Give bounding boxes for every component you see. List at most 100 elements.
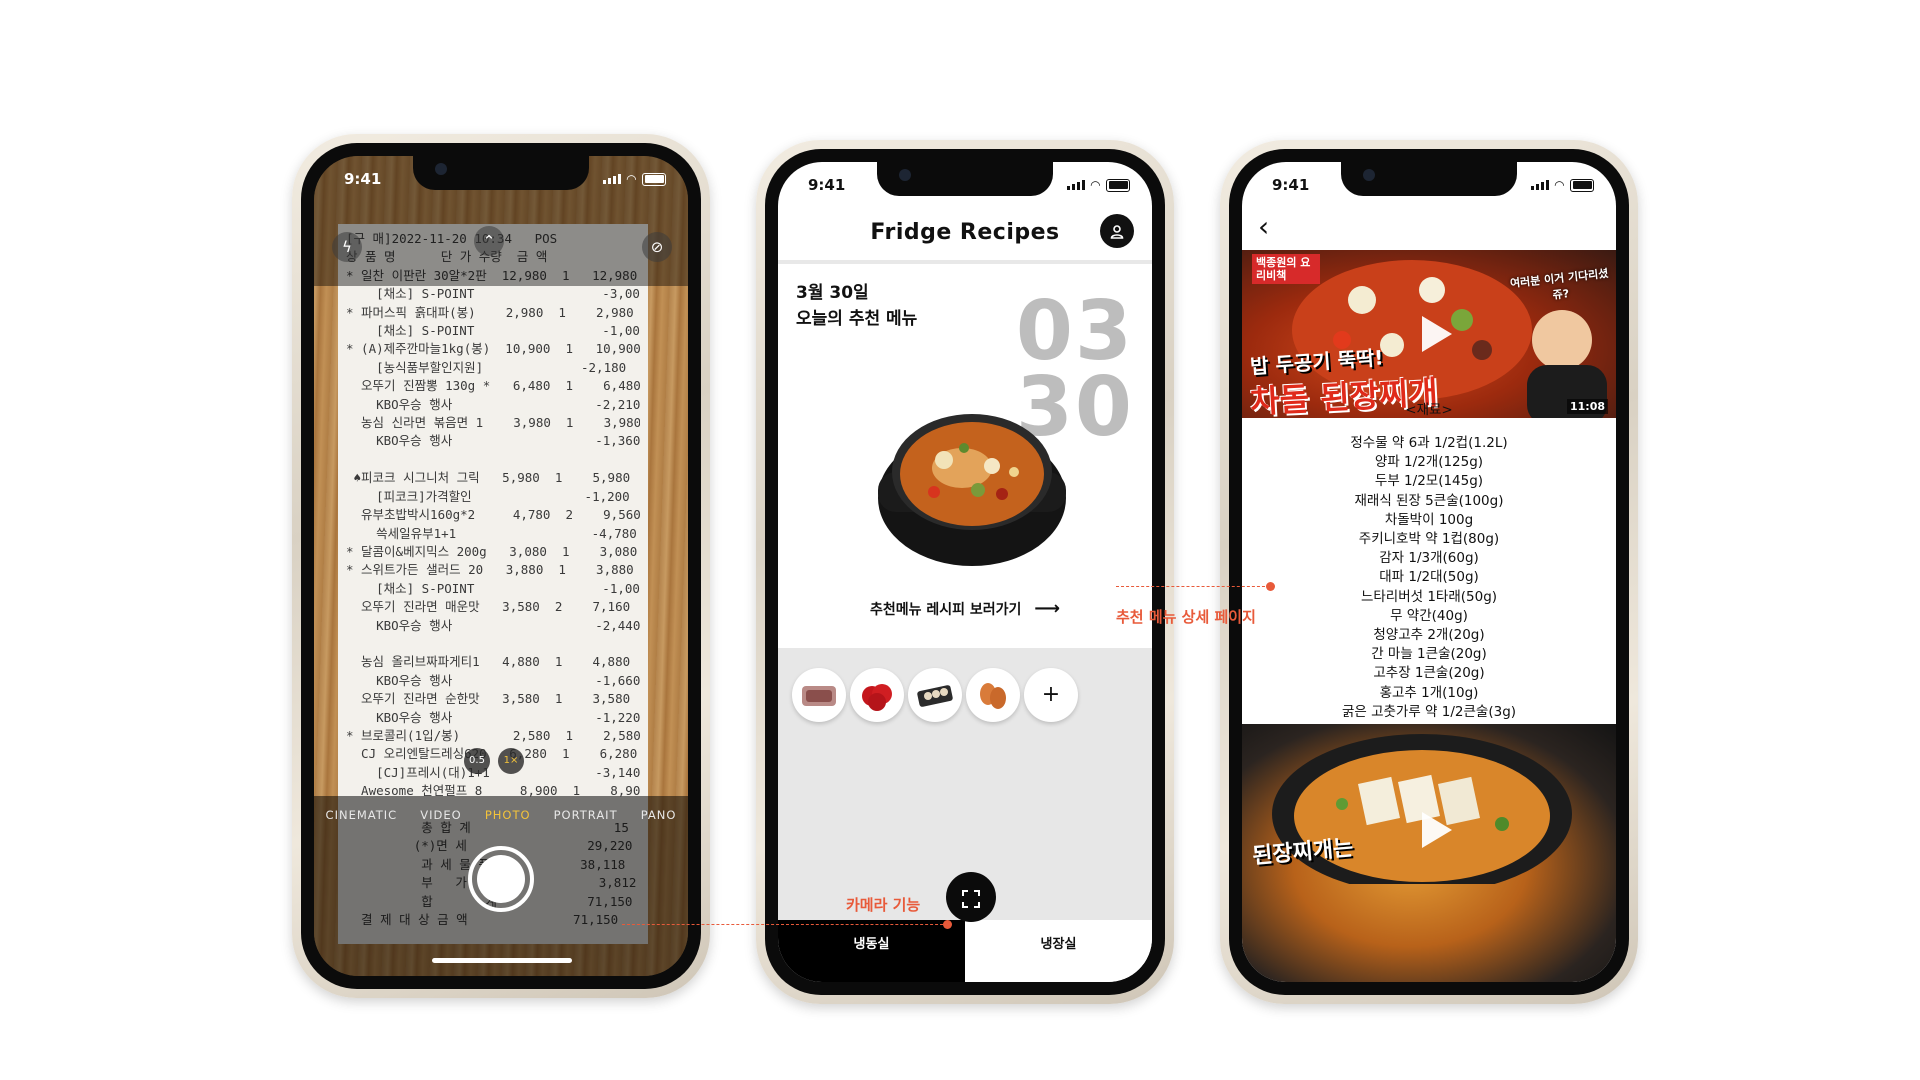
receipt-line: ♠피코크 시그니처 그릭 5,980 1 5,980 bbox=[346, 470, 631, 486]
signal-icon bbox=[1530, 180, 1549, 190]
notch bbox=[413, 156, 589, 190]
tab-refrigerator[interactable]: 냉장실 bbox=[965, 920, 1152, 982]
receipt-line: [채소] S-POINT -1,000 bbox=[346, 323, 640, 339]
shutter-button[interactable] bbox=[468, 846, 534, 912]
ingredient-dumplings[interactable] bbox=[908, 668, 962, 722]
arrow-right-icon: ⟶ bbox=[1034, 598, 1061, 619]
receipt-line: KBO우승 행사 -1,660 bbox=[346, 672, 640, 688]
receipt-line: KBO우승 행사 -1,360 bbox=[346, 433, 640, 449]
recipe-link-button[interactable]: 추천메뉴 레시피 보러가기 ⟶ bbox=[778, 598, 1152, 619]
receipt-line bbox=[346, 635, 640, 653]
receipt-line: KBO우승 행사 -2,440 bbox=[346, 617, 640, 633]
receipt-line: [채소] S-POINT -3,000 bbox=[346, 286, 640, 302]
receipt-line: KBO우승 행사 -2,210 bbox=[346, 396, 640, 412]
detail-page-annotation: 추천 메뉴 상세 페이지 bbox=[1116, 608, 1256, 626]
battery-icon bbox=[1106, 178, 1130, 192]
camera-feature-annotation: 카메라 기능 bbox=[846, 896, 921, 914]
mode-cinematic[interactable]: CINEMATIC bbox=[326, 808, 398, 822]
zoom-1x-button[interactable]: 1× bbox=[498, 748, 524, 774]
notch bbox=[877, 162, 1053, 196]
receipt-line: KBO우승 행사 -1,220 bbox=[346, 709, 640, 725]
wifi-icon: ◠ bbox=[626, 172, 636, 186]
receipt-line: [피코크]가격할인 -1,200 bbox=[346, 488, 630, 504]
status-time: 9:41 bbox=[808, 176, 846, 194]
play-icon[interactable] bbox=[1422, 812, 1452, 848]
receipt-line: [CJ]프레시(대)1+1 -3,140 bbox=[346, 764, 640, 780]
wifi-icon: ◠ bbox=[1554, 178, 1564, 192]
mode-video[interactable]: VIDEO bbox=[420, 808, 461, 822]
ingredient-item: 두부 1/2모(145g) bbox=[1374, 473, 1484, 490]
scan-icon bbox=[962, 889, 980, 908]
battery-icon bbox=[642, 172, 666, 186]
detail-screen: 9:41 ◠ ‹ 백종원의 요리비책 여러분 이거 기다리셨쥬? 밥 두공기 뚝… bbox=[1242, 162, 1616, 982]
meat-icon bbox=[802, 686, 836, 706]
receipt-line: CJ 오리엔탈드레싱620 6,280 1 6,280 bbox=[346, 746, 638, 762]
receipt-line: * 달콤이&베지믹스 200g 3,080 1 3,080 bbox=[346, 543, 638, 559]
user-profile-button[interactable] bbox=[1100, 214, 1134, 248]
ingredient-item: 정수물 약 6과 1/2컵(1.2L) bbox=[1350, 435, 1508, 451]
receipt-line bbox=[346, 451, 640, 469]
home-screen: 9:41 ◠ Fridge Recipes 3월 30일 오늘의 추천 메뉴 0… bbox=[778, 162, 1152, 982]
chicken-icon bbox=[980, 683, 1006, 709]
detail-header: ‹ bbox=[1242, 206, 1616, 250]
camera-scan-button[interactable] bbox=[946, 872, 996, 922]
ingredient-tomato[interactable] bbox=[850, 668, 904, 722]
ingredient-item: 간 마늘 1큰술(20g) bbox=[1371, 646, 1487, 663]
phone-detail: 9:41 ◠ ‹ 백종원의 요리비책 여러분 이거 기다리셨쥬? 밥 두공기 뚝… bbox=[1220, 140, 1638, 1004]
live-photo-off-icon[interactable]: ⊘ bbox=[642, 232, 672, 262]
ingredient-item: 주키니호박 약 1컵(80g) bbox=[1358, 531, 1500, 548]
receipt-line: * 파머스픽 흙대파(봉) 2,980 1 2,980 bbox=[346, 304, 634, 320]
receipt-line: * 브로콜리(1입/봉) 2,580 1 2,580 bbox=[346, 727, 640, 743]
stew-video-thumbnail[interactable]: 된장찌개는 bbox=[1242, 724, 1616, 982]
zoom-0-5-button[interactable]: 0.5 bbox=[464, 748, 490, 774]
notch bbox=[1341, 162, 1517, 196]
ingredient-item: 차돌박이 100g bbox=[1384, 511, 1474, 528]
phone-camera: [구 매]2022-11-20 10:34 POS 상 품 명 단 가 수량 금 … bbox=[292, 134, 710, 998]
status-time: 9:41 bbox=[1272, 176, 1310, 194]
add-ingredient-button[interactable]: + bbox=[1024, 668, 1078, 722]
user-icon bbox=[1110, 224, 1124, 239]
tab-freezer[interactable]: 냉동실 bbox=[778, 920, 965, 982]
phone-home: 9:41 ◠ Fridge Recipes 3월 30일 오늘의 추천 메뉴 0… bbox=[756, 140, 1174, 1004]
mode-pano[interactable]: PANO bbox=[641, 808, 677, 822]
signal-icon bbox=[602, 174, 621, 184]
ingredient-item: 굵은 고춧가루 약 1/2큰술(3g) bbox=[1341, 703, 1517, 720]
video-channel-caption: 백종원의 요리비책 bbox=[1252, 254, 1320, 284]
app-title: Fridge Recipes bbox=[870, 220, 1060, 245]
receipt-line: 오뚜기 진라면 매운맛 3,580 2 7,160 bbox=[346, 599, 631, 615]
detail-connector-dot bbox=[1266, 582, 1275, 591]
receipt-line: [농식품부할인지원] -2,180 bbox=[346, 359, 627, 375]
ingredient-chicken[interactable] bbox=[966, 668, 1020, 722]
detail-connector-line bbox=[1116, 586, 1270, 587]
ingredient-item: 감자 1/3개(60g) bbox=[1379, 550, 1479, 567]
tomato-icon bbox=[862, 684, 892, 711]
camera-mode-selector[interactable]: CINEMATIC VIDEO PHOTO PORTRAIT PANO bbox=[314, 808, 688, 822]
ingredient-item: 홍고추 1개(10g) bbox=[1379, 684, 1479, 701]
receipt-line: * 스위트가든 샐러드 20 3,880 1 3,880 bbox=[346, 562, 634, 578]
receipt-line: 유부초밥박시160g*2 4,780 2 9,560 bbox=[346, 507, 640, 523]
flash-icon[interactable]: ϟ bbox=[332, 232, 362, 262]
ingredient-item: 양파 1/2개(125g) bbox=[1374, 454, 1484, 471]
wifi-icon: ◠ bbox=[1090, 178, 1100, 192]
ingredient-meat[interactable] bbox=[792, 668, 846, 722]
recipe-link-label: 추천메뉴 레시피 보러가기 bbox=[869, 602, 1022, 618]
receipt-line: 오뚜기 진짬뽕 130g * 6,480 1 6,480 bbox=[346, 378, 640, 394]
signal-icon bbox=[1066, 180, 1085, 190]
ingredient-item: 무 약간(40g) bbox=[1390, 607, 1468, 624]
camera-connector-line bbox=[622, 924, 948, 925]
battery-icon bbox=[1570, 178, 1594, 192]
ingredient-item: 재래식 된장 5큰술(100g) bbox=[1354, 492, 1504, 509]
mode-photo[interactable]: PHOTO bbox=[485, 808, 531, 822]
mode-portrait[interactable]: PORTRAIT bbox=[554, 808, 618, 822]
chevron-up-icon[interactable]: ⌃ bbox=[474, 226, 504, 256]
receipt-line: [채소] S-POINT -1,000 bbox=[346, 580, 640, 596]
recommended-menu-label: 오늘의 추천 메뉴 bbox=[796, 309, 918, 329]
receipt-line: 농심 신라면 볶음면 1 3,980 1 3,980 bbox=[346, 415, 640, 431]
recipe-video-thumbnail[interactable]: 백종원의 요리비책 여러분 이거 기다리셨쥬? 밥 두공기 뚝딱! 차돌 된장찌… bbox=[1242, 250, 1616, 418]
play-icon[interactable] bbox=[1422, 316, 1452, 352]
camera-screen: [구 매]2022-11-20 10:34 POS 상 품 명 단 가 수량 금 … bbox=[314, 156, 688, 976]
app-header: Fridge Recipes bbox=[778, 206, 1152, 264]
back-chevron-icon[interactable]: ‹ bbox=[1258, 212, 1269, 242]
dumplings-icon bbox=[917, 685, 953, 707]
ingredient-item: 고추장 1큰술(20g) bbox=[1373, 665, 1485, 682]
